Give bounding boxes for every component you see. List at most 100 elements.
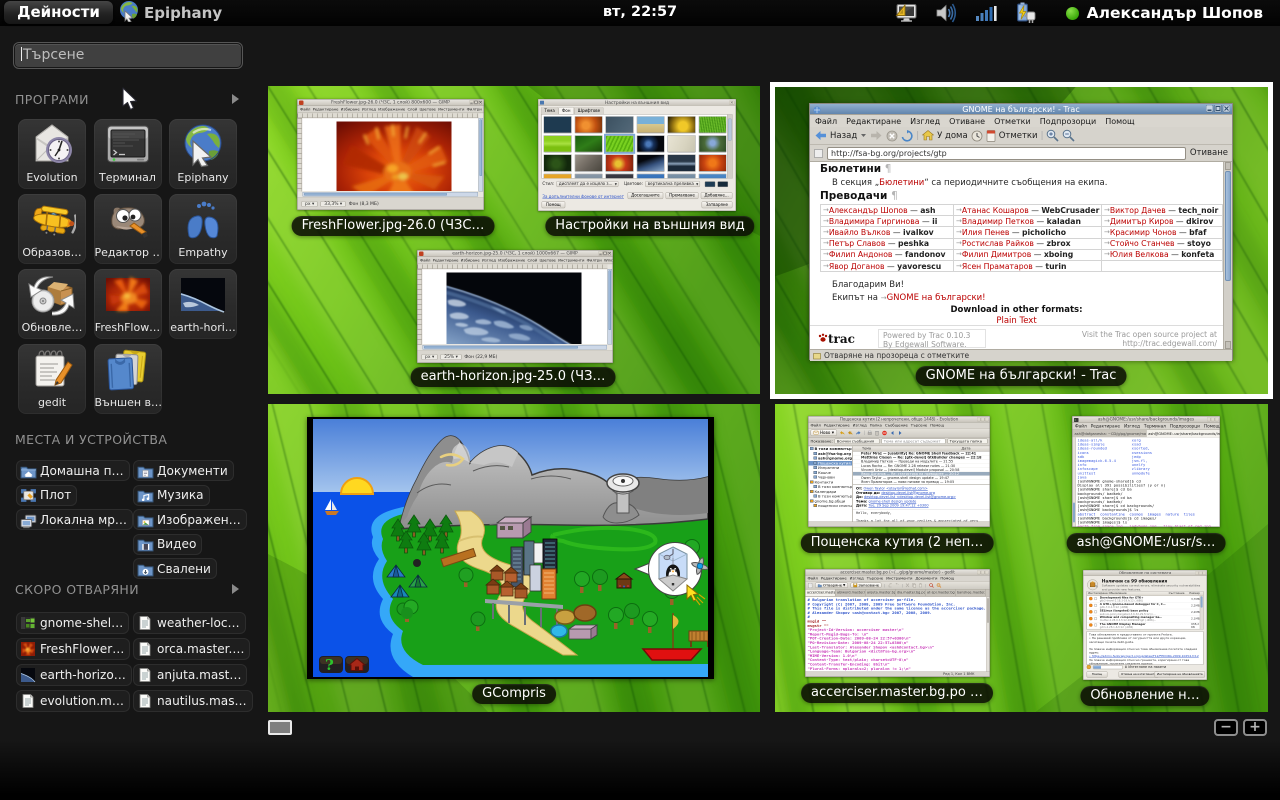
team-link[interactable]: GNOME на български!	[887, 293, 986, 303]
menu-item[interactable]: Съобщение	[885, 423, 908, 428]
menu-item[interactable]: Филтри	[467, 107, 482, 112]
translator-link[interactable]: Ивайло Вълков	[829, 228, 891, 237]
gimp-titlebar[interactable]: earth-horizon.jpg-25.0 (ЧЗС, 1 слой) 100…	[418, 251, 613, 258]
remove-button[interactable]: Премахване	[666, 192, 699, 199]
menu-item[interactable]: Цветове	[419, 107, 435, 112]
reply-icon[interactable]	[840, 430, 846, 435]
cancel-button[interactable]: Отмяна на изтеглянето	[1119, 671, 1159, 677]
wallpaper-thumb[interactable]	[637, 135, 665, 152]
evolution-message-list[interactable]: ТемаДата Peter Mraz — [usability] Re: GN…	[853, 447, 990, 485]
menu-item[interactable]: Файл	[300, 107, 310, 112]
updates-window[interactable]: Обновление на системата Налични са 99 об…	[1083, 570, 1207, 680]
wallpaper-thumb[interactable]	[544, 116, 572, 133]
menu-item[interactable]: Файл	[808, 576, 818, 581]
app-tile-epiphany[interactable]: Epiphany	[169, 119, 237, 189]
add-button[interactable]: Добавяне…	[701, 192, 733, 199]
workspace-2-active[interactable]: GNOME на български! - Trac ФайлРедактира…	[775, 87, 1268, 394]
epiphany-window[interactable]: GNOME на български! - Trac ФайлРедактира…	[809, 103, 1233, 360]
menu-item[interactable]: Търсене	[911, 423, 927, 428]
close-icon[interactable]	[729, 100, 735, 104]
wallpaper-thumb[interactable]	[575, 135, 603, 152]
workspace-remove-button[interactable]: −	[1214, 719, 1238, 736]
wallpaper-thumb[interactable]	[575, 116, 603, 133]
min-max-close-icons[interactable]	[470, 100, 483, 105]
history-icon[interactable]	[971, 130, 983, 142]
gimp-menubar[interactable]: ФайлРедактиранеИзбиранеИзгледИзображение…	[418, 257, 613, 264]
app-tile-empathy[interactable]: Empathy	[169, 194, 237, 264]
wallpaper-thumb[interactable]	[575, 155, 603, 172]
color-swatch-2[interactable]	[717, 181, 727, 187]
workspace-1[interactable]: FreshFlower.jpg-26.0 (ЧЗС, 1 слой) 800x6…	[268, 86, 760, 394]
home-icon[interactable]	[922, 130, 934, 141]
translator-link[interactable]: Виктор Дачев	[1110, 206, 1166, 215]
bookmark-icon[interactable]	[986, 130, 996, 142]
programs-expand-icon[interactable]	[232, 94, 239, 104]
wallpaper-thumb[interactable]	[699, 116, 727, 133]
place-item[interactable]: Документи	[133, 460, 234, 481]
app-tile-earthhori[interactable]: earth-hori…	[169, 269, 237, 339]
min-max-close-icons[interactable]	[1206, 105, 1230, 113]
window-buttons[interactable]	[1206, 105, 1230, 113]
gedit-tab[interactable]: accerciser.master.b… ✕	[806, 590, 836, 597]
wallpaper-thumb[interactable]	[699, 135, 727, 152]
translator-link[interactable]: Димитър Киров	[1110, 217, 1174, 226]
menu-item[interactable]: Файл	[811, 423, 821, 428]
close-button[interactable]: Затваряне	[701, 201, 732, 208]
translator-link[interactable]: Александър Шопов	[829, 206, 908, 215]
print-icon[interactable]	[867, 430, 872, 435]
gedit-titlebar[interactable]: accerciser.master.bg.po (~/…g/pg/gnome/m…	[806, 570, 990, 576]
forward-icon[interactable]	[870, 130, 883, 141]
place-item[interactable]: Домашна п…	[16, 460, 130, 481]
min-max-close-icons[interactable]	[977, 570, 989, 574]
gedit-tabs[interactable]: accerciser.master.b… ✕abiword.master.bg……	[806, 590, 990, 597]
style-combo[interactable]: дисплеят да е изцяло з…▼	[556, 181, 618, 187]
menu-item[interactable]: Редактиране	[1091, 424, 1120, 429]
zoom-out-icon[interactable]	[1062, 129, 1075, 142]
translator-link[interactable]: Явор Доганов	[829, 262, 885, 271]
wallpaper-thumb[interactable]	[606, 135, 634, 152]
appearance-window[interactable]: Настройки на външния вид Тема Фон Шрифто…	[538, 99, 736, 211]
translator-link[interactable]: Ростислав Райков	[962, 239, 1034, 248]
app-tile-gedit[interactable]: gedit	[18, 344, 86, 414]
workspace-3[interactable]: ? GCompris	[268, 404, 760, 712]
wallpaper-thumb[interactable]	[544, 135, 572, 152]
junk-icon[interactable]	[882, 430, 887, 435]
menu-item[interactable]: Редактиране	[433, 258, 459, 263]
place-item[interactable]: Изображен…	[133, 509, 247, 530]
recent-item[interactable]: orca.master.…	[133, 638, 250, 660]
appearance-titlebar[interactable]: Настройки на външния вид	[538, 99, 735, 105]
browser-toolbar[interactable]: Назад | У дома Отметки |	[810, 127, 1232, 145]
terminal-menubar[interactable]: ФайлРедактиранеИзгледТерминалПодпрозорци…	[1073, 423, 1220, 430]
menu-item[interactable]: Подпрозорци	[1170, 424, 1200, 429]
recent-expand-icon[interactable]	[232, 584, 239, 594]
menu-item[interactable]: Избиране	[461, 258, 480, 263]
terminal-titlebar[interactable]: ash@GNOME:/usr/share/backgrounds/images	[1073, 417, 1220, 424]
stop-icon[interactable]	[886, 130, 898, 142]
scroll-down-icon[interactable]	[1225, 341, 1231, 349]
gimp-titlebar[interactable]: FreshFlower.jpg-26.0 (ЧЗС, 1 слой) 800x6…	[298, 100, 484, 107]
wallpaper-thumb[interactable]	[544, 174, 572, 178]
restore-button[interactable]: Досегашните	[627, 192, 663, 199]
terminal-tabs[interactable]: ash@dafganesha: ~CD/g/pg/gnome/master 1 …	[1073, 430, 1220, 438]
recent-item[interactable]: gnome-shel…	[16, 612, 129, 634]
menu-item[interactable]: Филтри	[587, 258, 602, 263]
menu-item[interactable]: Слой	[407, 107, 417, 112]
menu-item[interactable]: Цветове	[539, 258, 555, 263]
wallpaper-thumb[interactable]	[637, 116, 665, 133]
gcompris-home-button[interactable]	[345, 656, 369, 673]
menu-item[interactable]: Изглед	[850, 576, 864, 581]
menu-item[interactable]: Изглед	[482, 258, 496, 263]
back-dropdown-icon[interactable]	[860, 133, 867, 138]
menu-item[interactable]: Изглед	[853, 423, 867, 428]
min-max-close-icons[interactable]	[1195, 571, 1205, 575]
evolution-titlebar[interactable]: Пощенска кутия (2 непрочетени, общо 1448…	[809, 417, 990, 423]
menu-item[interactable]: Търсене	[867, 576, 883, 581]
app-tile-обновле[interactable]: Обновле…	[18, 269, 86, 339]
go-button[interactable]: Отиване	[1190, 148, 1228, 158]
battery-charging-icon[interactable]	[1014, 1, 1038, 25]
wallpaper-thumb[interactable]	[606, 155, 634, 172]
translator-link[interactable]: Владимира Гиргинова	[829, 217, 920, 226]
min-max-close-icons[interactable]	[977, 417, 989, 421]
place-item[interactable]: Видео	[133, 534, 202, 555]
recent-item[interactable]: FreshFlower…	[16, 638, 130, 660]
